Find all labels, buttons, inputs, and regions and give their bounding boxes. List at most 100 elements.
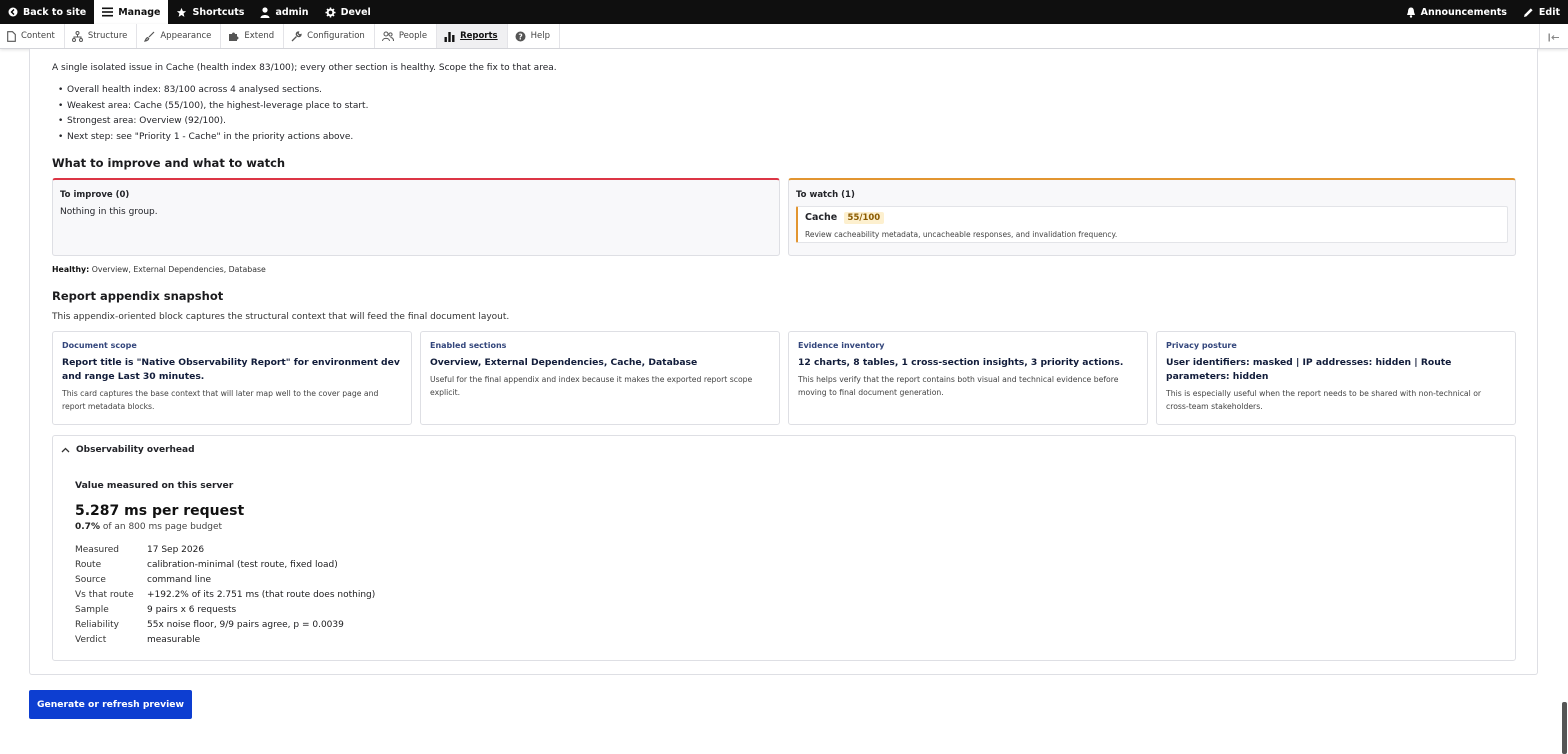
measurement-row: Measured 17 Sep 2026	[75, 542, 375, 557]
measurement-row: Verdict measurable	[75, 633, 375, 648]
tray-item-structure[interactable]: Structure	[65, 24, 138, 48]
measurement-key: Route	[75, 559, 102, 570]
watch-item-description: Review cacheability metadata, uncacheabl…	[805, 230, 1118, 239]
observability-overhead-label: Observability overhead	[76, 445, 195, 455]
tray-item-label: Extend	[244, 31, 275, 41]
budget-description: of an 800 ms page budget	[102, 522, 223, 532]
hamburger-icon	[102, 7, 114, 17]
sidebar-toggle-icon	[1548, 27, 1560, 46]
wrench-icon	[291, 30, 302, 42]
measurement-row: Route calibration-minimal (test route, fi…	[75, 557, 375, 572]
appendix-card-note: Useful for the final appendix and index …	[430, 375, 753, 397]
score-badge: 55/100	[843, 212, 885, 224]
to-improve-empty: Nothing in this group.	[60, 207, 158, 217]
shortcuts-label: Shortcuts	[192, 6, 245, 18]
measurement-value: +192.2% of its 2.751 ms (that route does…	[147, 589, 376, 600]
tray-item-label: Reports	[460, 31, 498, 41]
shortcuts-tab[interactable]: Shortcuts	[168, 0, 252, 24]
back-to-site-link[interactable]: Back to site	[0, 0, 94, 24]
admin-menu-tray: Content Structure Appearance Extend Conf…	[0, 24, 1568, 49]
watch-item-name: Cache	[805, 212, 838, 223]
appendix-card-note: This card captures the base context that…	[62, 389, 379, 411]
bell-icon	[1406, 7, 1416, 18]
puzzle-icon	[228, 31, 239, 42]
measured-value: 5.287 ms per request	[75, 503, 245, 519]
measurement-key: Source	[75, 574, 106, 585]
summary-text: A single isolated issue in Cache (health…	[52, 63, 557, 73]
generate-preview-button[interactable]: Generate or refresh preview	[29, 690, 192, 719]
budget-percent: 0.7%	[75, 522, 100, 532]
tray-item-label: Structure	[87, 31, 128, 41]
back-arrow-icon	[8, 7, 18, 17]
tray-item-label: Content	[21, 31, 55, 41]
measurement-key: Vs that route	[75, 589, 134, 600]
to-watch-card: To watch (1) Cache 55/100 Review cacheab…	[788, 178, 1516, 256]
measurement-value: 9 pairs x 6 requests	[147, 604, 237, 615]
measurement-value: command line	[147, 574, 212, 585]
star-icon	[176, 7, 187, 18]
tray-orientation-toggle[interactable]	[1539, 24, 1568, 48]
watch-item-cache: Cache 55/100 Review cacheability metadat…	[796, 206, 1508, 243]
tray-item-appearance[interactable]: Appearance	[137, 24, 222, 48]
user-tab[interactable]: admin	[252, 0, 316, 24]
appendix-card-value: User identifiers: masked | IP addresses:…	[1166, 357, 1452, 382]
observability-overhead-details: Observability overhead Value measured on…	[52, 435, 1516, 661]
measurement-table: Measured 17 Sep 2026 Route calibration-min…	[75, 542, 375, 648]
appendix-card-label: Privacy posture	[1166, 341, 1237, 350]
tray-item-label: Appearance	[160, 31, 212, 41]
back-to-site-label: Back to site	[23, 6, 87, 18]
bar-chart-icon	[444, 31, 455, 42]
tray-item-label: People	[398, 31, 428, 41]
summary-bullet: Next step: see "Priority 1 - Cache" in t…	[58, 131, 368, 147]
observability-overhead-toggle[interactable]: Observability overhead	[61, 445, 195, 455]
tray-item-content[interactable]: Content	[0, 24, 65, 48]
announcements-tab[interactable]: Announcements	[1398, 0, 1515, 24]
appendix-intro: This appendix-oriented block captures th…	[52, 312, 510, 322]
appendix-card-note: This helps verify that the report contai…	[798, 375, 1119, 397]
announcements-label: Announcements	[1420, 6, 1507, 18]
appendix-card-label: Enabled sections	[430, 341, 507, 350]
page-scrollbar[interactable]	[1562, 702, 1567, 754]
healthy-label: Healthy:	[52, 265, 90, 274]
measure-heading: Value measured on this server	[75, 480, 234, 491]
appendix-card-value: 12 charts, 8 tables, 1 cross-section ins…	[798, 357, 1124, 368]
devel-label: Devel	[340, 6, 371, 18]
tray-item-people[interactable]: People	[375, 24, 438, 48]
summary-bullet: Strongest area: Overview (92/100).	[58, 115, 368, 131]
appendix-card-enabled-sections: Enabled sections Overview, External Depe…	[420, 331, 780, 425]
measurement-key: Verdict	[75, 635, 107, 646]
appendix-card-value: Overview, External Dependencies, Cache, …	[430, 357, 698, 368]
user-label: admin	[275, 6, 309, 18]
measurement-key: Sample	[75, 604, 109, 615]
tray-item-help[interactable]: ? Help	[508, 24, 561, 48]
sitemap-icon	[71, 30, 83, 42]
tray-item-label: Configuration	[307, 31, 365, 41]
to-watch-title: To watch (1)	[796, 190, 855, 200]
chevron-up-icon	[61, 447, 70, 453]
svg-text:?: ?	[518, 32, 522, 41]
edit-label: Edit	[1538, 6, 1560, 18]
gear-icon	[325, 6, 336, 18]
tray-item-configuration[interactable]: Configuration	[284, 24, 375, 48]
measurement-value: 17 Sep 2026	[147, 544, 205, 555]
appendix-card-label: Evidence inventory	[798, 341, 885, 350]
measurement-row: Source command line	[75, 572, 375, 587]
people-icon	[381, 31, 394, 42]
tray-item-reports[interactable]: Reports	[437, 24, 508, 48]
appendix-card-value: Report title is "Native Observability Re…	[62, 357, 400, 382]
tray-item-label: Help	[530, 31, 551, 41]
appendix-heading: Report appendix snapshot	[52, 289, 224, 303]
summary-bullet: Overall health index: 83/100 across 4 an…	[58, 84, 368, 100]
devel-tab[interactable]: Devel	[317, 0, 379, 24]
edit-tab[interactable]: Edit	[1515, 0, 1568, 24]
manage-tab[interactable]: Manage	[94, 0, 169, 24]
appendix-card-privacy-posture: Privacy posture User identifiers: masked…	[1156, 331, 1516, 425]
measurement-row: Vs that route +192.2% of its 2.751 ms (th…	[75, 587, 375, 602]
healthy-list: Overview, External Dependencies, Databas…	[91, 265, 266, 274]
measurement-row: Sample 9 pairs x 6 requests	[75, 602, 375, 617]
tray-item-extend[interactable]: Extend	[221, 24, 285, 48]
measurement-key: Measured	[75, 544, 119, 555]
healthy-sections: Healthy: Overview, External Dependencies…	[52, 265, 266, 274]
measurement-row: Reliability 55x noise floor, 9/9 pairs ag…	[75, 617, 375, 632]
paintbrush-icon	[144, 31, 155, 42]
